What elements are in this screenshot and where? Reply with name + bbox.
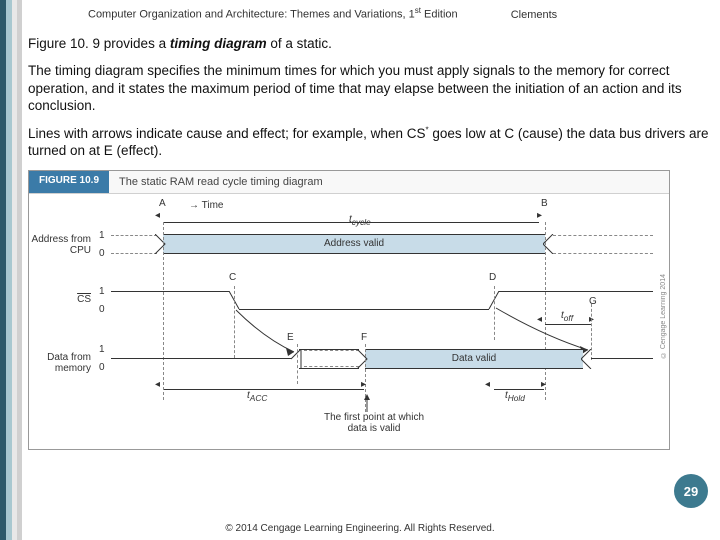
author: Clements <box>511 9 557 21</box>
vdash-A <box>163 222 164 400</box>
para1-lead: Figure 10. 9 provides a <box>28 36 170 51</box>
slide-content: Computer Organization and Architecture: … <box>28 6 710 450</box>
tcycle-right-arrow: ▸ <box>537 210 542 221</box>
address-valid-region: Address valid <box>163 234 545 254</box>
marker-C: C <box>229 272 236 283</box>
t-cycle-label: tcycle <box>349 214 371 227</box>
marker-D: D <box>489 272 496 283</box>
data-level-1: 1 <box>99 344 105 355</box>
book-title-post: Edition <box>421 9 458 21</box>
data-level-0: 0 <box>99 362 105 373</box>
copyright-footer: © 2014 Cengage Learning Engineering. All… <box>0 523 720 534</box>
page-number-badge: 29 <box>674 474 708 508</box>
cs-level-1: 1 <box>99 286 105 297</box>
first-point-label: The first point at which data is valid <box>319 412 429 434</box>
marker-F: F <box>361 332 367 343</box>
marker-B: B <box>541 198 548 209</box>
para1-rest: of a static. <box>267 36 332 51</box>
data-valid-region: Data valid <box>365 349 583 369</box>
address-signal-label: Address from CPU <box>29 234 91 256</box>
addr-level-1: 1 <box>99 230 105 241</box>
figure-header: FIGURE 10.9 The static RAM read cycle ti… <box>29 171 669 194</box>
t-acc-label: tACC <box>247 390 267 403</box>
timing-diagram: → Time tcycle ◂ ▸ A B Address from CPU 1… <box>29 194 669 448</box>
t-hold-label: tHold <box>505 390 525 403</box>
tcycle-span <box>164 222 539 223</box>
marker-E: E <box>287 332 294 343</box>
paragraph-1: Figure 10. 9 provides a timing diagram o… <box>28 35 710 53</box>
figure-badge: FIGURE 10.9 <box>29 171 109 193</box>
para1-em: timing diagram <box>170 36 267 51</box>
para3-pre: Lines with arrows indicate cause and eff… <box>28 126 425 141</box>
tcycle-left-arrow: ◂ <box>155 210 160 221</box>
cs-signal-label: CS <box>77 294 91 305</box>
addr-level-0: 0 <box>99 248 105 259</box>
figure-copyright-vertical: © Cengage Learning 2014 <box>660 274 667 358</box>
first-point-arrow <box>363 394 371 412</box>
data-signal-label: Data from memory <box>29 352 91 374</box>
cs-level-0: 0 <box>99 304 105 315</box>
book-title-pre: Computer Organization and Architecture: … <box>88 9 415 21</box>
running-header: Computer Organization and Architecture: … <box>28 6 710 21</box>
time-arrow-label: → Time <box>189 200 223 211</box>
figure-10-9: FIGURE 10.9 The static RAM read cycle ti… <box>28 170 670 450</box>
figure-caption: The static RAM read cycle timing diagram <box>119 176 323 188</box>
paragraph-3: Lines with arrows indicate cause and eff… <box>28 125 710 160</box>
paragraph-2: The timing diagram specifies the minimum… <box>28 62 710 115</box>
marker-A: A <box>159 198 166 209</box>
left-accent-stripe <box>0 0 22 540</box>
